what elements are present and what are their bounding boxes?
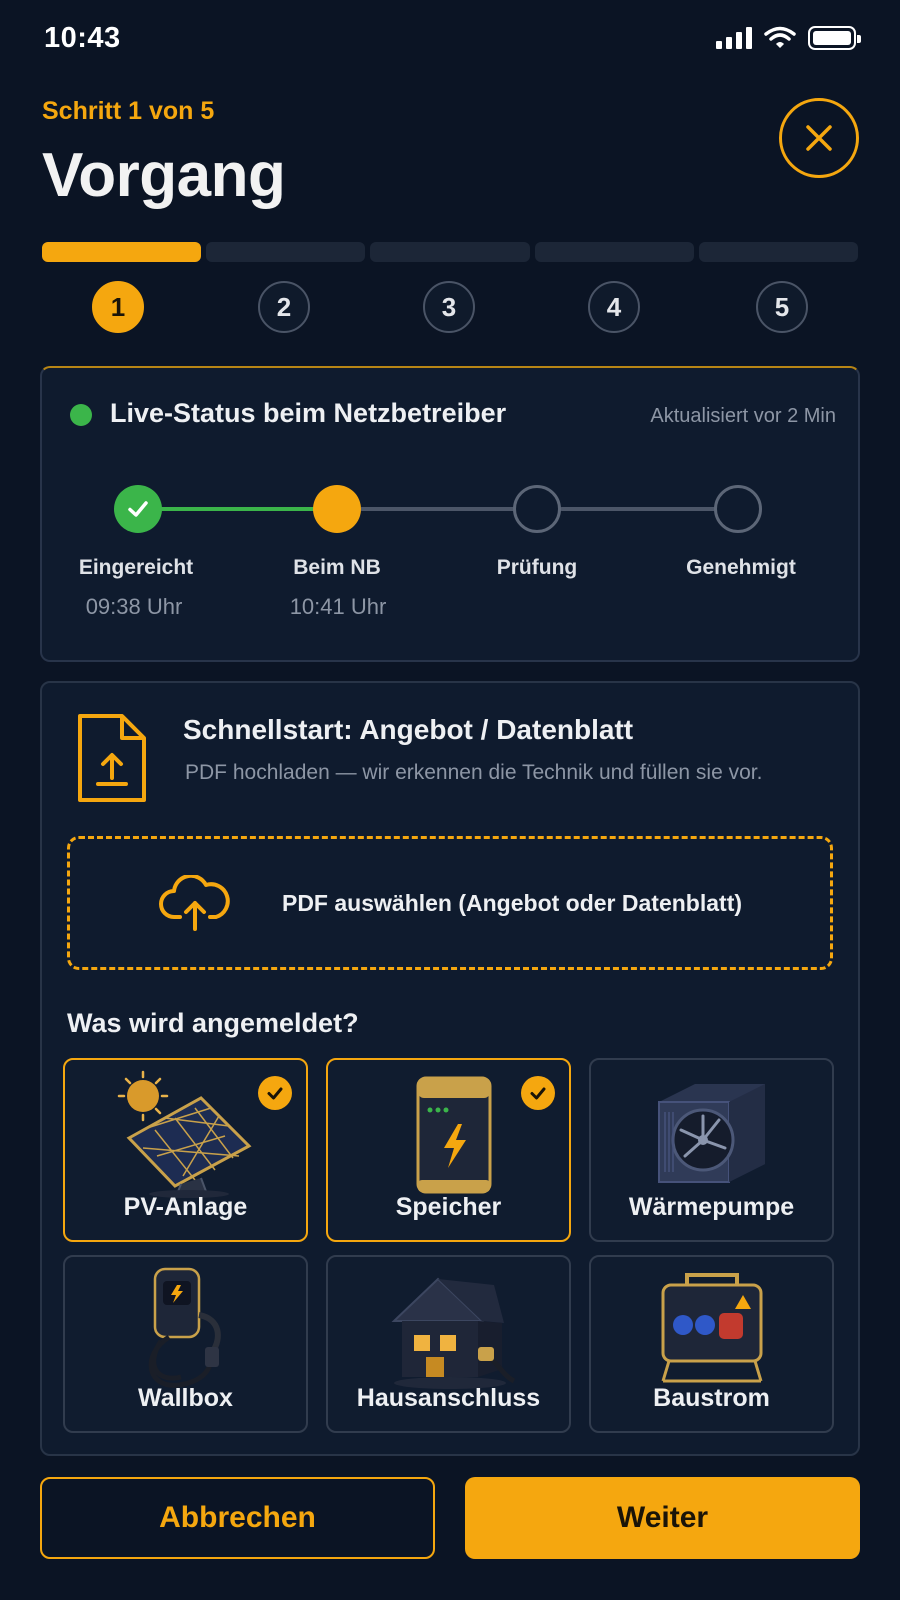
option-pv-anlage[interactable]: PV-Anlage — [63, 1058, 308, 1242]
option-wallbox[interactable]: Wallbox — [63, 1255, 308, 1433]
step-1[interactable]: 1 — [92, 281, 144, 333]
stage-time: 09:38 Uhr — [85, 594, 183, 619]
construction-power-icon — [661, 1273, 762, 1383]
option-label: Hausanschluss — [356, 1384, 541, 1412]
battery-icon — [808, 26, 861, 50]
dropzone-label: PDF auswählen (Angebot oder Datenblatt) — [281, 889, 743, 916]
battery-storage-icon — [416, 1076, 491, 1194]
stage-node-review — [513, 485, 561, 533]
progress-segment — [42, 242, 202, 262]
step-4[interactable]: 4 — [588, 281, 640, 333]
option-label: Wallbox — [138, 1384, 233, 1412]
option-label: Baustrom — [653, 1384, 770, 1412]
close-icon — [806, 125, 832, 151]
stage-time: 10:41 Uhr — [289, 594, 387, 619]
progress-segment — [534, 242, 694, 262]
stage-label: Prüfung — [496, 556, 578, 579]
page-title: Vorgang — [42, 141, 286, 210]
progress-segment — [370, 242, 530, 262]
option-speicher[interactable]: Speicher — [326, 1058, 571, 1242]
live-status-title: Live-Status beim Netzbetreiber — [110, 398, 507, 428]
track-line-done — [160, 507, 316, 511]
wallbox-icon — [148, 1267, 221, 1388]
option-waermepumpe[interactable]: Wärmepumpe — [589, 1058, 834, 1242]
quickstart-subtitle: PDF hochladen — wir erkennen die Technik… — [185, 761, 763, 784]
registration-question: Was wird angemeldet? — [67, 1008, 359, 1038]
step-label: Schritt 1 von 5 — [42, 97, 215, 125]
step-5[interactable]: 5 — [756, 281, 808, 333]
stage-label: Genehmigt — [686, 556, 796, 579]
cancel-button[interactable]: Abbrechen — [40, 1477, 435, 1559]
option-label: PV-Anlage — [123, 1193, 248, 1221]
step-3[interactable]: 3 — [423, 281, 475, 333]
option-hausanschluss[interactable]: Hausanschluss — [326, 1255, 571, 1433]
check-icon — [128, 501, 148, 517]
signal-icon — [716, 27, 752, 49]
next-button[interactable]: Weiter — [465, 1477, 860, 1559]
pdf-dropzone[interactable]: PDF auswählen (Angebot oder Datenblatt) — [67, 836, 833, 970]
selected-check-icon — [258, 1076, 292, 1110]
stage-label: Beim NB — [293, 556, 381, 579]
house-connection-icon — [391, 1277, 515, 1389]
track-line-todo — [560, 507, 716, 511]
progress-segment — [698, 242, 859, 262]
stage-label: Eingereicht — [78, 556, 194, 579]
option-baustrom[interactable]: Baustrom — [589, 1255, 834, 1433]
heat-pump-icon — [657, 1084, 765, 1183]
progress-segment — [206, 242, 366, 262]
step-2[interactable]: 2 — [258, 281, 310, 333]
close-button[interactable] — [779, 98, 859, 178]
selected-check-icon — [521, 1076, 555, 1110]
option-label: Wärmepumpe — [628, 1193, 795, 1221]
solar-panel-icon — [117, 1070, 251, 1198]
stage-node-approved — [714, 485, 762, 533]
live-status-updated: Aktualisiert vor 2 Min — [650, 405, 836, 427]
wifi-icon — [764, 26, 796, 48]
track-line-todo — [360, 507, 516, 511]
option-label: Speicher — [395, 1193, 502, 1221]
live-indicator — [70, 404, 92, 426]
document-upload-icon — [78, 714, 146, 802]
stage-node-submitted — [114, 485, 162, 533]
progress-bar — [42, 242, 859, 262]
stage-node-at-operator — [313, 485, 361, 533]
status-time: 10:43 — [44, 22, 121, 54]
quickstart-title: Schnellstart: Angebot / Datenblatt — [183, 714, 634, 745]
cloud-upload-icon — [158, 875, 230, 931]
status-icons — [716, 26, 861, 50]
